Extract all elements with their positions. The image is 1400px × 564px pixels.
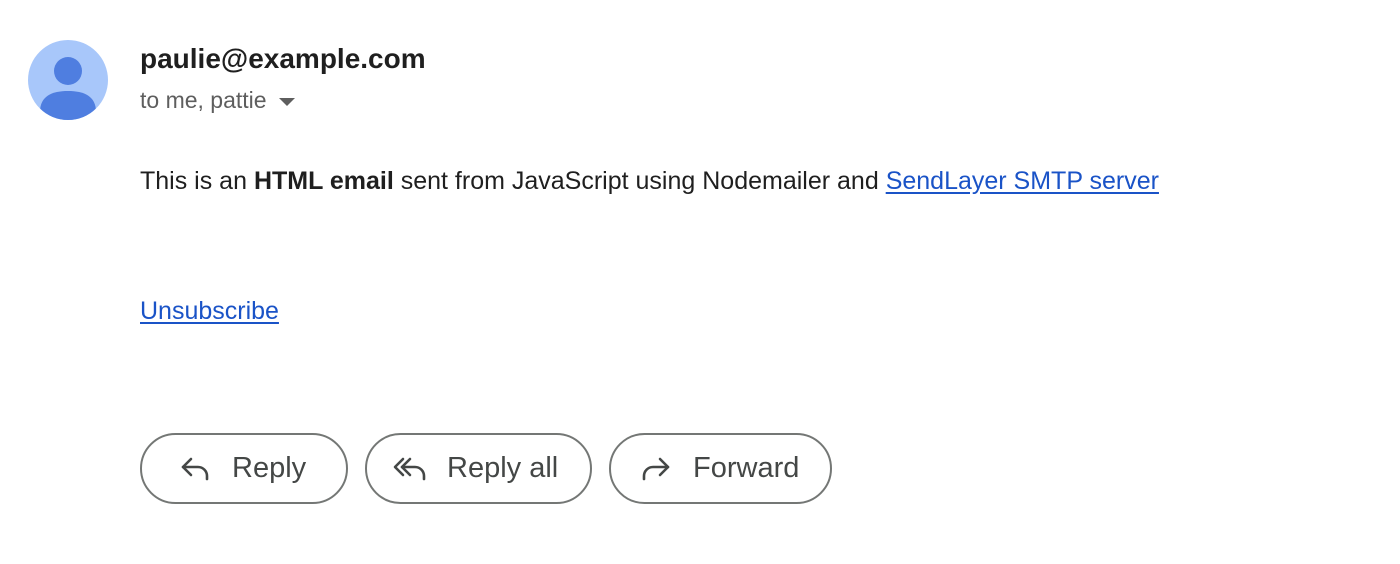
message-body: This is an HTML email sent from JavaScri… [140, 166, 1159, 196]
reply-button[interactable]: Reply [140, 433, 348, 504]
body-text-middle: sent from JavaScript using Nodemailer an… [393, 167, 886, 195]
body-bold-text: HTML email [253, 167, 394, 195]
unsubscribe-link[interactable]: Unsubscribe [140, 297, 279, 325]
email-message-view: paulie@example.com to me, pattie This is… [0, 0, 1400, 564]
forward-button[interactable]: Forward [609, 433, 832, 504]
forward-arrow-icon [639, 452, 673, 486]
recipients-line: to me, pattie [140, 86, 295, 114]
recipients-text: to me, pattie [140, 87, 267, 113]
reply-arrow-icon [178, 452, 212, 486]
reply-label: Reply [232, 452, 307, 484]
message-actions: Reply Reply all Forward [140, 433, 832, 504]
reply-all-arrow-icon [393, 452, 427, 486]
unsubscribe-line: Unsubscribe [140, 296, 279, 326]
person-avatar-icon [40, 57, 96, 120]
forward-label: Forward [693, 452, 800, 484]
sender-email[interactable]: paulie@example.com [140, 42, 426, 76]
caret-down-icon[interactable] [278, 97, 295, 106]
sender-avatar[interactable] [28, 40, 108, 120]
reply-all-label: Reply all [447, 452, 559, 484]
reply-all-button[interactable]: Reply all [365, 433, 592, 504]
body-text-start: This is an [140, 167, 254, 195]
sendlayer-link[interactable]: SendLayer SMTP server [886, 167, 1159, 195]
